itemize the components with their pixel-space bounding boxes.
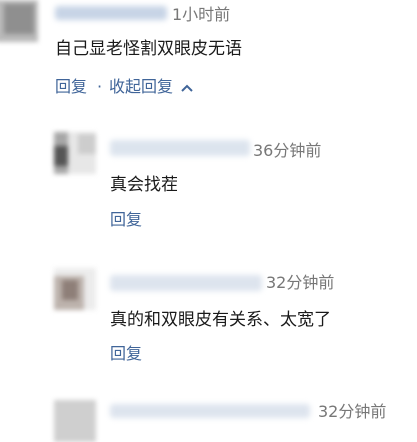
reply-username[interactable]: [110, 404, 310, 418]
reply-time: 32分钟前: [318, 402, 387, 421]
collapse-replies-label: 收起回复: [109, 77, 174, 96]
comment-text: 自己显老怪割双眼皮无语: [55, 39, 242, 59]
reply-username[interactable]: [110, 275, 262, 291]
reply-username[interactable]: [110, 140, 250, 156]
reply-text: 真的和双眼皮有关系、太宽了: [110, 310, 331, 330]
reply-avatar[interactable]: [54, 132, 96, 174]
collapse-replies-button[interactable]: 收起回复: [109, 77, 193, 97]
reply-button[interactable]: 回复: [110, 210, 142, 230]
reply-time: 36分钟前: [253, 141, 322, 160]
chevron-up-icon: [181, 84, 193, 92]
comment-time: 1小时前: [172, 5, 231, 24]
reply-avatar[interactable]: [54, 268, 96, 310]
username[interactable]: [55, 6, 167, 20]
reply-avatar[interactable]: [54, 400, 96, 442]
avatar[interactable]: [0, 0, 38, 42]
reply-button[interactable]: 回复: [55, 77, 87, 97]
reply-time: 32分钟前: [266, 273, 335, 292]
action-separator: ·: [97, 77, 103, 96]
reply-button[interactable]: 回复: [110, 344, 142, 364]
reply-text: 真会找茬: [110, 175, 178, 195]
